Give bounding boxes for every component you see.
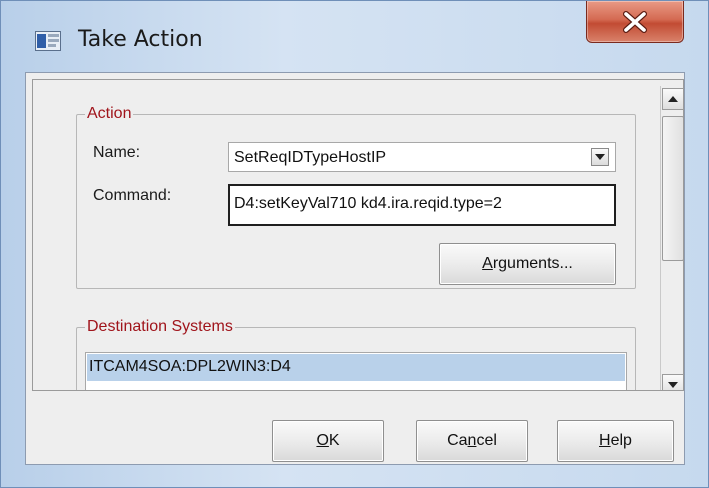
scroll-up-button[interactable] [662,88,683,110]
command-field[interactable]: D4:setKeyVal710 kd4.ira.reqid.type=2 [228,184,616,226]
name-label: Name: [93,144,141,161]
help-button[interactable]: Help [557,420,674,462]
cancel-label-post: cel [476,432,497,449]
arguments-button[interactable]: Arguments... [439,243,616,285]
action-legend: Action [87,105,132,122]
destination-list[interactable]: ITCAM4SOA:DPL2WIN3:D4 [85,352,627,390]
arrow-up-icon [668,96,678,102]
window-title: Take Action [78,27,203,52]
dialog-icon [35,31,61,51]
destination-legend: Destination Systems [87,318,233,335]
scroll-thumb[interactable] [662,116,683,261]
ok-button[interactable]: OK [272,420,384,462]
cancel-label-pre: Ca [447,432,468,449]
chevron-down-icon[interactable] [591,148,609,166]
help-mnemonic: H [599,432,611,449]
cancel-mnemonic: n [467,432,477,449]
arguments-label-post: rguments... [492,255,573,272]
command-label: Command: [93,187,172,204]
arrow-down-icon [668,382,678,388]
list-item[interactable]: ITCAM4SOA:DPL2WIN3:D4 [87,354,625,381]
name-dropdown-value: SetReqIDTypeHostIP [234,149,387,166]
help-label-post: elp [610,432,632,449]
take-action-dialog: Take Action Action Name: SetReqIDTypeHos… [0,0,709,488]
scroll-down-button[interactable] [662,374,683,390]
cancel-button[interactable]: Ca n cel [416,420,528,462]
ok-mnemonic: O [316,432,329,449]
title-bar[interactable]: Take Action [1,1,708,69]
name-dropdown[interactable]: SetReqIDTypeHostIP [228,142,616,172]
close-button[interactable] [586,1,684,43]
arguments-mnemonic: A [482,255,493,272]
dialog-content: Action Name: SetReqIDTypeHostIP Command:… [25,72,685,465]
scroll-panel[interactable]: Action Name: SetReqIDTypeHostIP Command:… [32,79,684,391]
ok-label-post: K [328,432,340,449]
vertical-scrollbar[interactable] [660,86,683,390]
close-icon [623,10,647,33]
